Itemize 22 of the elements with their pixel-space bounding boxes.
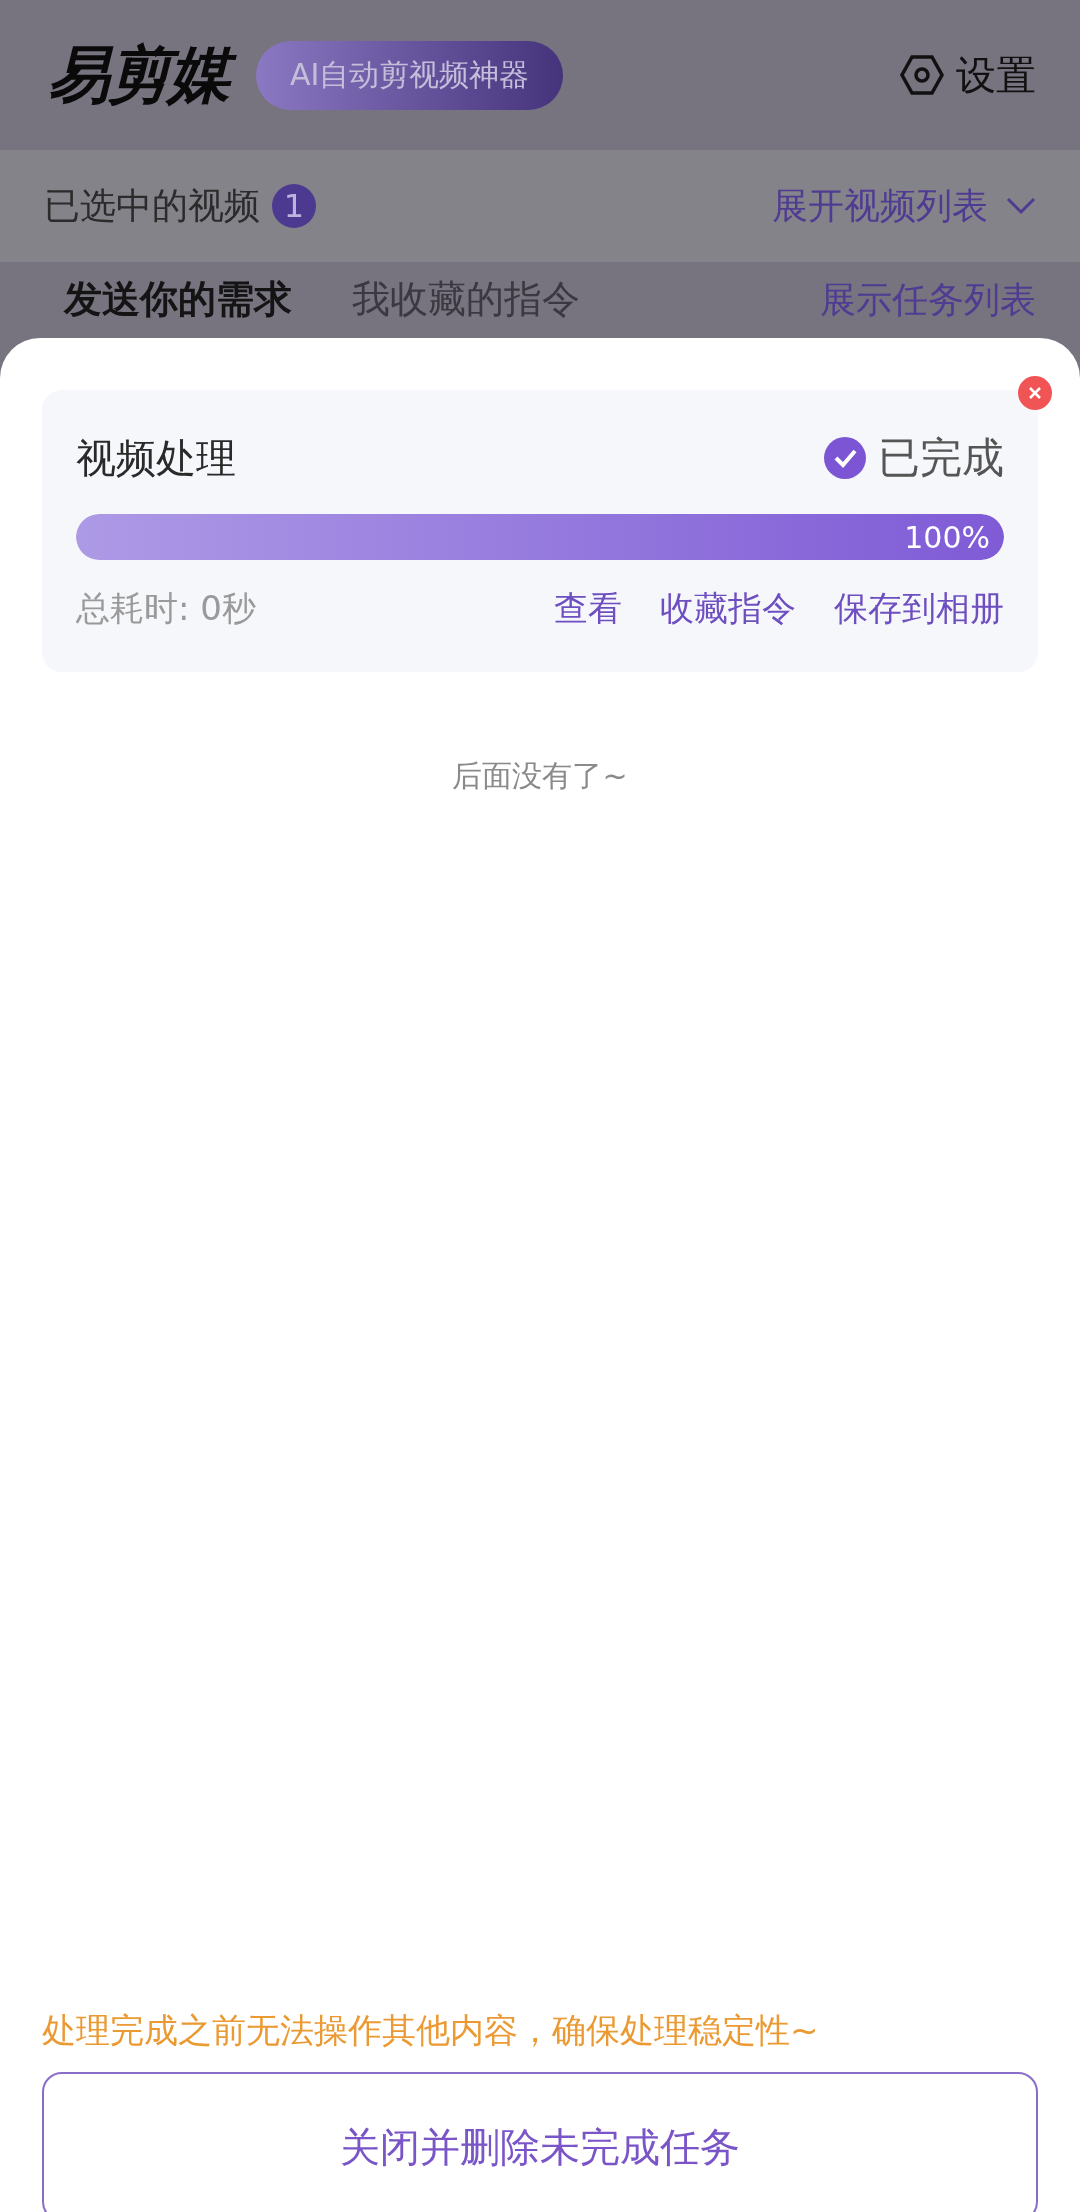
warning-text: 处理完成之前无法操作其他内容，确保处理稳定性~: [42, 2009, 820, 2052]
close-delete-button[interactable]: 关闭并删除未完成任务: [42, 2072, 1038, 2212]
action-link[interactable]: 保存到相册: [834, 586, 1004, 632]
tab[interactable]: 发送你的需求: [64, 277, 292, 323]
expand-list-button[interactable]: 展开视频列表: [772, 181, 1036, 231]
tab[interactable]: 我收藏的指令: [352, 277, 580, 323]
action-link[interactable]: 收藏指令: [660, 586, 796, 632]
settings-icon: [900, 55, 944, 95]
task-title: 视频处理: [76, 433, 236, 483]
chevron-down-icon: [1006, 197, 1036, 215]
task-status: 已完成: [878, 432, 1004, 484]
count-badge: 1: [272, 184, 316, 228]
app-logo: 易剪媒: [44, 34, 242, 116]
end-of-list-note: 后面没有了~: [452, 757, 628, 795]
close-icon: [1028, 386, 1042, 400]
slogan-badge: AI自动剪视频神器: [256, 40, 564, 110]
close-button[interactable]: [1018, 376, 1052, 410]
settings-button[interactable]: 设置: [900, 47, 1036, 103]
elapsed-time: 总耗时: 0秒: [76, 587, 256, 630]
action-link[interactable]: 查看: [554, 586, 622, 632]
selection-label: 已选中的视频: [44, 183, 260, 228]
progress-percent: 100%: [904, 519, 991, 555]
